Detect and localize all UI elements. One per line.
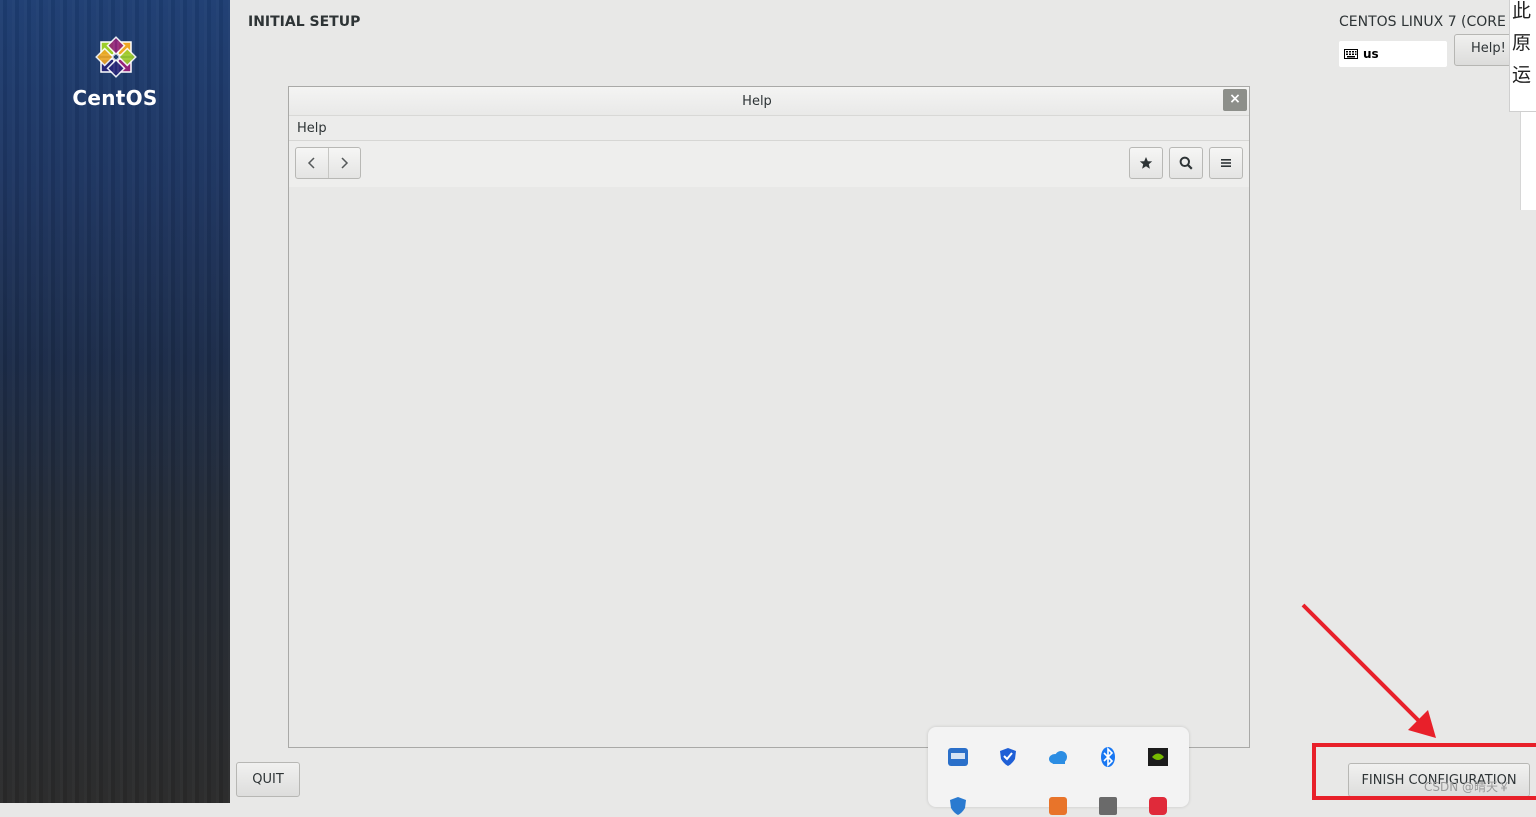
help-window: Help × Help bbox=[288, 86, 1250, 748]
help-content-area[interactable] bbox=[289, 187, 1249, 747]
shield-icon[interactable] bbox=[997, 746, 1019, 768]
side-note-edge bbox=[1520, 112, 1536, 210]
help-window-titlebar[interactable]: Help × bbox=[289, 87, 1249, 116]
hamburger-menu-icon bbox=[1221, 159, 1231, 167]
help-menubar: Help bbox=[289, 116, 1249, 140]
product-name: CENTOS LINUX 7 (CORE bbox=[1339, 14, 1506, 30]
help-button[interactable]: Help! bbox=[1454, 34, 1516, 66]
bookmark-button[interactable] bbox=[1129, 147, 1163, 179]
tray-app-icon[interactable] bbox=[947, 795, 969, 817]
brand-name: CentOS bbox=[72, 86, 158, 110]
close-icon[interactable]: × bbox=[1223, 89, 1247, 111]
side-note-line: 此 bbox=[1512, 0, 1532, 22]
help-window-title: Help bbox=[742, 94, 772, 109]
app-icon[interactable] bbox=[947, 746, 969, 768]
tray-app-icon[interactable] bbox=[1097, 795, 1119, 817]
watermark: CSDN @晴天￥ bbox=[1424, 780, 1511, 794]
forward-button[interactable] bbox=[329, 148, 361, 178]
quit-button[interactable]: QUIT bbox=[236, 762, 300, 797]
search-icon bbox=[1179, 156, 1193, 170]
annotation-arrow-icon bbox=[1301, 603, 1436, 738]
bluetooth-icon[interactable] bbox=[1097, 746, 1119, 768]
help-toolbar bbox=[289, 140, 1249, 188]
side-note-line: 运 bbox=[1512, 64, 1532, 86]
sidebar: CentOS bbox=[0, 0, 230, 803]
cloud-icon[interactable] bbox=[1047, 746, 1069, 768]
side-note-panel: 此 原 运 bbox=[1509, 0, 1536, 112]
side-note-line: 原 bbox=[1512, 32, 1532, 54]
keyboard-layout-indicator[interactable]: us bbox=[1339, 41, 1447, 67]
sidebar-texture bbox=[0, 0, 230, 803]
tray-app-icon[interactable] bbox=[1147, 795, 1169, 817]
search-button[interactable] bbox=[1169, 147, 1203, 179]
help-menu[interactable]: Help bbox=[297, 121, 327, 136]
nvidia-icon[interactable] bbox=[1147, 746, 1169, 768]
centos-logo-icon bbox=[95, 36, 137, 78]
keyboard-icon bbox=[1344, 49, 1358, 59]
back-button[interactable] bbox=[296, 148, 329, 178]
chevron-right-icon bbox=[341, 157, 349, 169]
menu-button[interactable] bbox=[1209, 147, 1243, 179]
tray-app-icon[interactable] bbox=[1047, 795, 1069, 817]
keyboard-layout-label: us bbox=[1363, 47, 1379, 61]
navigation-group bbox=[295, 147, 361, 179]
system-tray-popup bbox=[928, 727, 1189, 815]
page-title: INITIAL SETUP bbox=[248, 14, 361, 30]
chevron-left-icon bbox=[307, 157, 315, 169]
star-icon bbox=[1139, 157, 1153, 169]
